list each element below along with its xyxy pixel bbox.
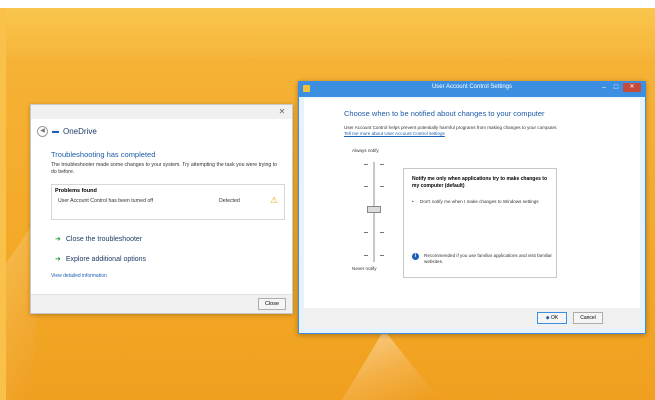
uac-footer: ◆ OK Cancel (304, 308, 640, 328)
troubleshooter-footer: Close (31, 294, 292, 313)
ok-label: OK (551, 315, 559, 321)
uac-body: Choose when to be notified about changes… (304, 98, 640, 313)
uac-window-title: User Account Control Settings (431, 84, 513, 90)
problem-status: Detected (219, 198, 240, 204)
problem-text: User Account Control has been turned off (58, 198, 154, 204)
slider-tick (380, 164, 384, 165)
uac-heading: Choose when to be notified about changes… (344, 109, 545, 118)
uac-titlebar[interactable]: User Account Control Settings – □ ✕ (299, 82, 645, 97)
uac-level-bullet-text: Don't notify me when I make changes to W… (420, 199, 539, 204)
close-troubleshooter-label: Close the troubleshooter (65, 235, 143, 243)
slider-tick (380, 186, 384, 187)
problems-title: Problems found (55, 188, 97, 194)
maximize-icon[interactable]: □ (611, 83, 621, 92)
view-detailed-information-link[interactable]: View detailed information (51, 273, 107, 279)
troubleshooter-heading: Troubleshooting has completed (51, 150, 156, 159)
troubleshooter-nav: ◀ ▬ OneDrive (37, 125, 97, 137)
close-troubleshooter-link[interactable]: ➜ Close the troubleshooter (55, 235, 143, 244)
slider-tick (364, 186, 368, 187)
info-icon: i (412, 253, 419, 260)
close-icon[interactable]: ✕ (623, 83, 641, 92)
slider-tick (364, 164, 368, 165)
ok-button[interactable]: ◆ OK (537, 312, 567, 324)
notify-slider-thumb[interactable] (367, 206, 381, 213)
close-icon[interactable]: ✕ (276, 107, 288, 116)
never-notify-label: Never notify (352, 266, 377, 271)
uac-shield-small-icon: ◆ (545, 315, 550, 321)
onedrive-icon: ▬ (52, 127, 59, 135)
uac-level-bullet: Don't notify me when I make changes to W… (412, 199, 552, 205)
green-arrow-icon: ➜ (55, 236, 61, 243)
green-arrow-icon: ➜ (55, 256, 61, 263)
slider-tick (380, 255, 384, 256)
troubleshooter-description: The troubleshooter made some changes to … (51, 162, 278, 175)
explore-options-label: Explore additional options (65, 255, 147, 263)
troubleshooter-titlebar[interactable]: ✕ (31, 105, 292, 119)
uac-description: User Account Control helps prevent poten… (344, 125, 558, 130)
close-button[interactable]: Close (258, 298, 286, 310)
uac-level-title: Notify me only when applications try to … (412, 176, 548, 189)
wallpaper-left-edge (0, 8, 6, 400)
uac-level-description-panel: Notify me only when applications try to … (403, 168, 557, 278)
window-controls: – □ ✕ (599, 83, 641, 92)
uac-learn-more-link[interactable]: Tell me more about User Account Control … (344, 131, 445, 136)
troubleshooter-window: ✕ ◀ ▬ OneDrive Troubleshooting has compl… (30, 104, 293, 314)
warning-icon: ⚠ (270, 195, 279, 205)
minimize-icon[interactable]: – (599, 83, 609, 92)
always-notify-label: Always notify (352, 148, 379, 153)
uac-recommendation: Recommended if you use familiar applicat… (424, 253, 552, 264)
slider-tick (364, 232, 368, 233)
troubleshooter-app-name: OneDrive (63, 126, 97, 136)
wallpaper-top-edge (0, 0, 655, 8)
slider-tick (380, 232, 384, 233)
cancel-button[interactable]: Cancel (573, 312, 603, 324)
problems-box: Problems found User Account Control has … (51, 184, 285, 220)
wallpaper-shape-bottom (342, 330, 440, 400)
uac-settings-window: User Account Control Settings – □ ✕ Choo… (298, 81, 646, 334)
back-arrow-icon[interactable]: ◀ (37, 125, 48, 137)
wallpaper-band (0, 8, 655, 58)
slider-tick (364, 255, 368, 256)
explore-options-link[interactable]: ➜ Explore additional options (55, 255, 147, 264)
